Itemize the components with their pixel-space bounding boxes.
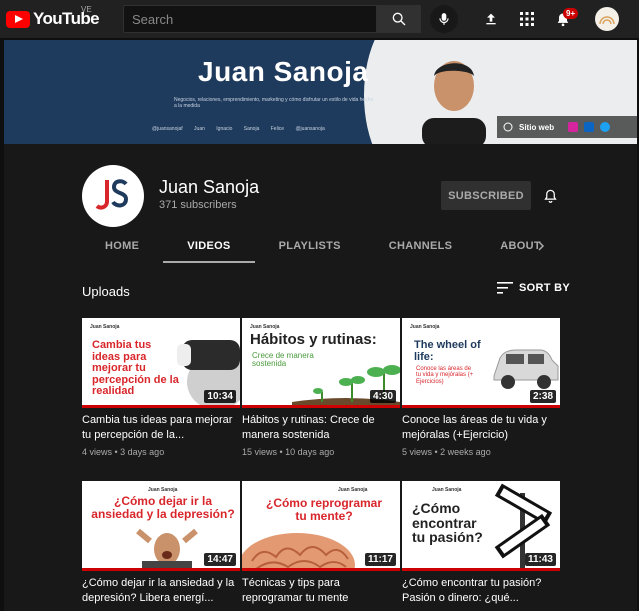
video-card[interactable]: Juan Sanoja ¿Cómo dejar ir la ansiedad y…: [82, 481, 240, 606]
channel-notifications-button[interactable]: [540, 186, 560, 206]
youtube-logo[interactable]: YouTube VE: [6, 5, 100, 29]
tab-videos[interactable]: VIDEOS: [162, 228, 256, 264]
linkedin-icon[interactable]: [584, 122, 595, 132]
channel-header: Juan Sanoja 371 subscribers SUBSCRIBED H…: [4, 144, 637, 264]
video-title[interactable]: Técnicas y tips para reprogramar tu ment…: [242, 576, 400, 606]
video-thumbnail[interactable]: Juan Sanoja ¿Cómo reprogramar tu mente? …: [242, 481, 400, 571]
video-duration: 4:30: [369, 390, 396, 403]
video-card[interactable]: Juan Sanoja ¿Cómo encontrar tu pasión? 1…: [402, 481, 560, 606]
brain-image: [242, 533, 355, 571]
instagram-icon[interactable]: [568, 122, 579, 132]
stressed-man-image: [136, 528, 198, 571]
banner-links: Sitio web: [497, 116, 637, 138]
upload-icon: [486, 13, 496, 25]
video-card[interactable]: Juan Sanoja ¿Cómo reprogramar tu mente? …: [242, 481, 400, 606]
thumbnail-text: Hábitos y rutinas:: [250, 331, 377, 348]
video-meta: 5 views • 2 weeks ago: [402, 447, 491, 457]
video-thumbnail[interactable]: Juan Sanoja Cambia tus ideas para mejora…: [82, 318, 240, 408]
car-image: [493, 349, 559, 389]
video-title[interactable]: Cambia tus ideas para mejorar tu percepc…: [82, 413, 240, 443]
search-icon: [392, 12, 406, 26]
video-title[interactable]: Conoce las áreas de tu vida y mejóralas …: [402, 413, 560, 443]
video-card[interactable]: Juan Sanoja Cambia tus ideas para mejora…: [82, 318, 240, 457]
channel-name: Juan Sanoja: [159, 177, 260, 197]
thumbnail-text: ¿Cómo reprogramar tu mente?: [265, 496, 383, 523]
sort-by-button[interactable]: SORT BY: [497, 282, 570, 294]
avatar-logo-icon: [599, 16, 615, 25]
video-duration: 2:38: [529, 390, 556, 403]
notification-count-badge: 9+: [563, 8, 579, 19]
subscriber-count: 371 subscribers: [159, 199, 237, 211]
voice-search-button[interactable]: [430, 5, 458, 33]
video-card[interactable]: Juan Sanoja The wheel of life: Conoce la…: [402, 318, 560, 457]
search-input[interactable]: [124, 6, 376, 32]
js-logo-icon: [95, 179, 129, 210]
search-box: [123, 5, 377, 33]
thumbnail-subtext: Conoce las áreas de tu vida y mejóralas …: [416, 366, 474, 385]
banner-tagline: Negocios, relaciones, emprendimiento, ma…: [174, 97, 374, 109]
tab-playlists[interactable]: PLAYLISTS: [279, 228, 341, 264]
video-thumbnail[interactable]: Juan Sanoja ¿Cómo encontrar tu pasión? 1…: [402, 481, 560, 571]
site-link[interactable]: Sitio web: [519, 123, 554, 132]
video-title[interactable]: ¿Cómo encontrar tu pasión? Pasión o dine…: [402, 576, 560, 606]
sort-icon: [497, 282, 513, 294]
video-meta: 4 views • 3 days ago: [82, 447, 165, 457]
subscribed-button[interactable]: SUBSCRIBED: [441, 181, 531, 210]
apps-button[interactable]: [516, 8, 538, 30]
country-code: VE: [81, 5, 92, 14]
video-card[interactable]: Juan Sanoja Hábitos y rutinas: Crece de …: [242, 318, 400, 457]
video-meta: 15 views • 10 days ago: [242, 447, 335, 457]
upload-button[interactable]: [480, 8, 502, 30]
channel-banner: Juan Sanoja Negocios, relaciones, empren…: [4, 40, 637, 144]
video-thumbnail[interactable]: Juan Sanoja Hábitos y rutinas: Crece de …: [242, 318, 400, 408]
channel-avatar[interactable]: [82, 165, 144, 227]
thumbnail-text: ¿Cómo encontrar tu pasión?: [412, 500, 483, 546]
top-bar: YouTube VE 9+: [0, 0, 639, 38]
channel-tabs: HOME VIDEOS PLAYLISTS CHANNELS ABOUT: [82, 228, 541, 264]
apps-grid-icon: [520, 12, 534, 26]
thumbnail-text: The wheel of life:: [414, 339, 481, 363]
thumbnail-text: Cambia tus ideas para mejorar tu percepc…: [92, 339, 179, 398]
banner-name: Juan Sanoja: [198, 56, 369, 87]
videos-section: Uploads SORT BY Juan Sanoja Cambia tus i…: [4, 264, 637, 611]
search-button[interactable]: [377, 5, 421, 33]
video-duration: 11:43: [524, 553, 556, 566]
video-title[interactable]: Hábitos y rutinas: Crece de manera soste…: [242, 413, 400, 443]
video-duration: 14:47: [204, 553, 236, 566]
tab-home[interactable]: HOME: [105, 228, 139, 264]
chevron-right-icon[interactable]: [535, 240, 547, 252]
account-avatar[interactable]: [595, 7, 619, 31]
video-thumbnail[interactable]: Juan Sanoja ¿Cómo dejar ir la ansiedad y…: [82, 481, 240, 571]
link-icon: [503, 122, 513, 132]
twitter-icon[interactable]: [600, 122, 611, 132]
banner-handles: @juansanojaf Juan Ignacio Sanoja Felice …: [152, 126, 325, 132]
video-title[interactable]: ¿Cómo dejar ir la ansiedad y la depresió…: [82, 576, 240, 606]
banner-portrait: [422, 61, 486, 144]
youtube-play-icon: [6, 10, 30, 28]
bell-icon: [543, 189, 557, 203]
video-duration: 11:17: [364, 553, 396, 566]
video-thumbnail[interactable]: Juan Sanoja The wheel of life: Conoce la…: [402, 318, 560, 408]
mic-icon: [439, 13, 449, 25]
thumbnail-text: ¿Cómo dejar ir la ansiedad y la depresió…: [91, 494, 235, 521]
tab-channels[interactable]: CHANNELS: [389, 228, 453, 264]
video-duration: 10:34: [204, 390, 236, 403]
sort-label: SORT BY: [519, 282, 570, 294]
section-title: Uploads: [82, 284, 130, 299]
